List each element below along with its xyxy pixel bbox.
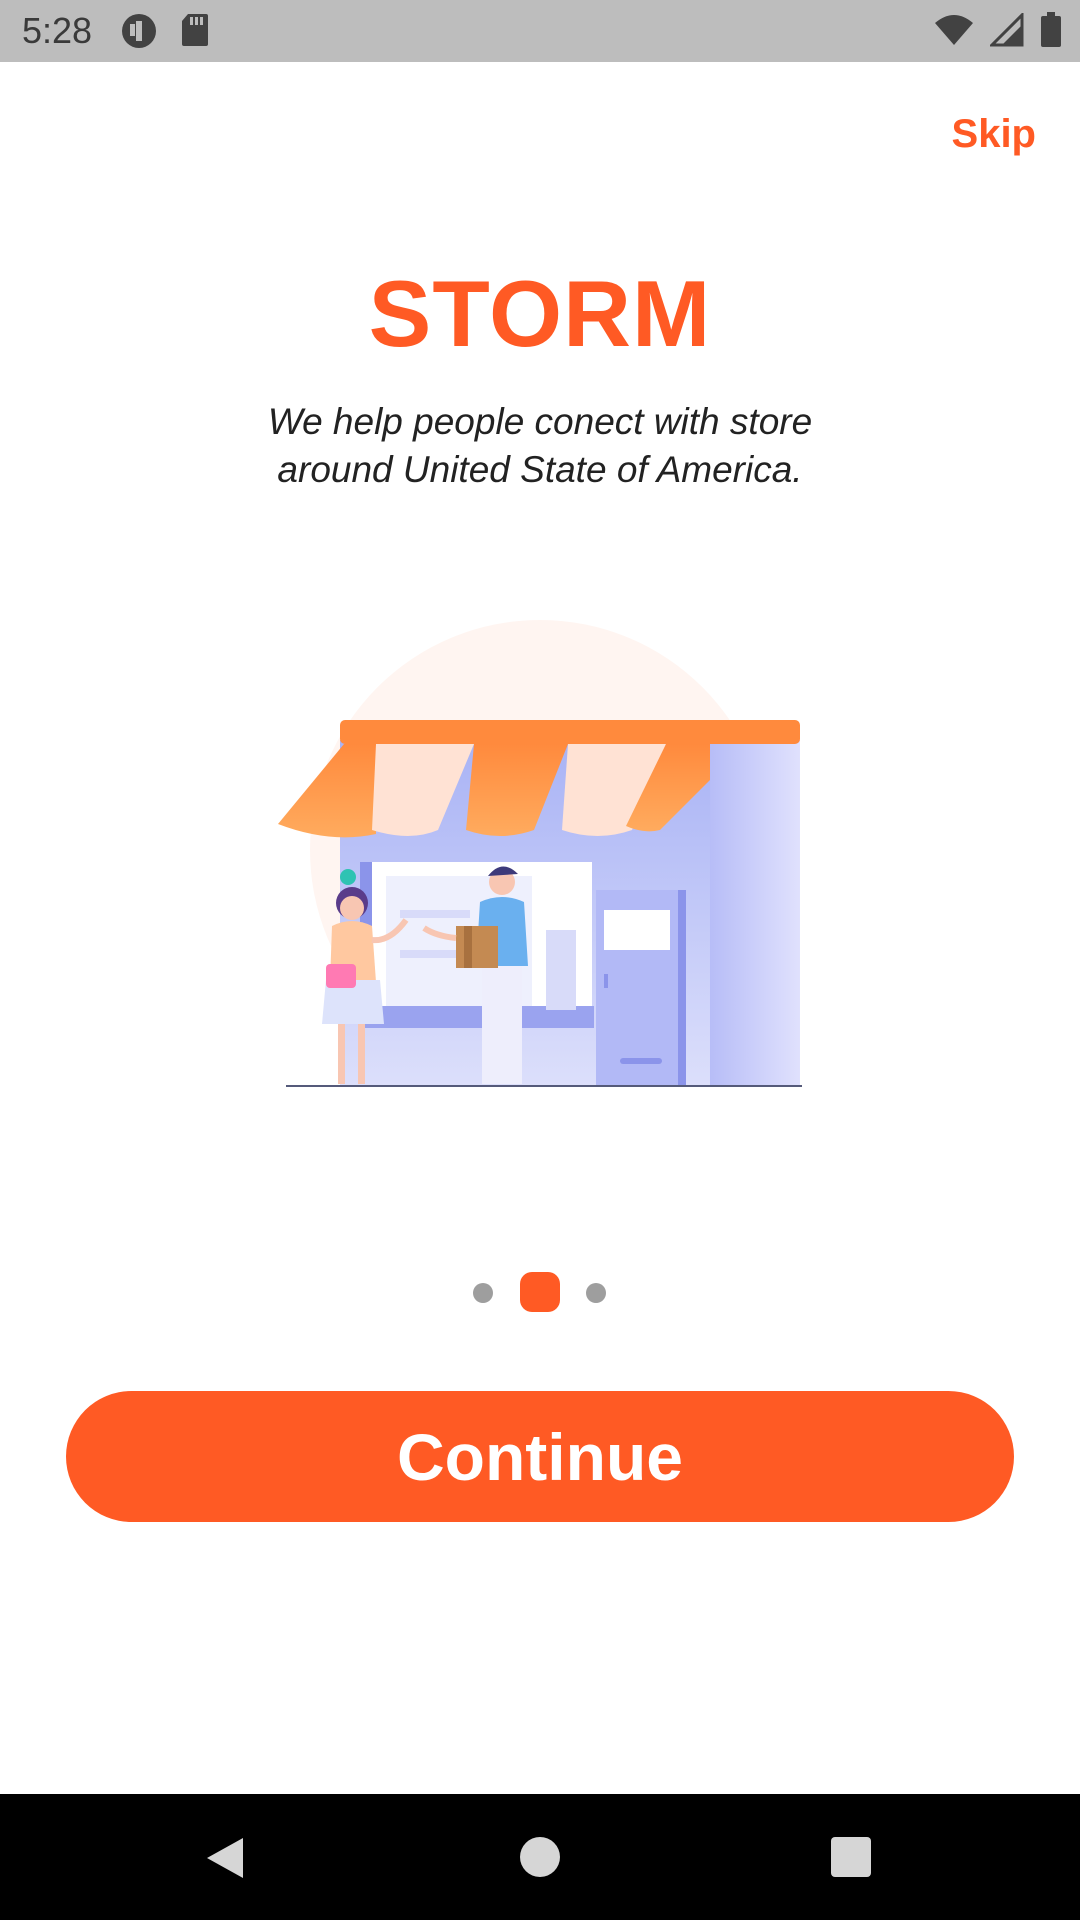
home-icon[interactable] [520, 1837, 560, 1877]
storefront-illustration [260, 620, 820, 1100]
status-time: 5:28 [22, 10, 93, 51]
tagline: We help people conect with store around … [240, 398, 840, 494]
page-indicator [470, 1272, 610, 1312]
signal-icon [988, 11, 1024, 52]
circle-app-icon [120, 12, 158, 55]
wifi-icon [934, 13, 974, 52]
page-dot-1[interactable] [473, 1283, 493, 1303]
page-dot-3[interactable] [586, 1283, 606, 1303]
page-dot-2-active[interactable] [520, 1272, 560, 1312]
battery-icon [1040, 12, 1062, 53]
skip-button[interactable]: Skip [952, 112, 1036, 157]
status-bar: 5:28 [0, 0, 1080, 62]
tagline-line-1: We help people conect with store [267, 401, 813, 442]
recents-icon[interactable] [831, 1837, 871, 1877]
sd-card-icon [180, 12, 210, 55]
back-icon[interactable] [205, 1836, 245, 1885]
navigation-bar [0, 1794, 1080, 1920]
continue-button[interactable]: Continue [66, 1391, 1014, 1522]
tagline-line-2: around United State of America. [277, 449, 803, 490]
brand-title: STORM [368, 261, 712, 366]
